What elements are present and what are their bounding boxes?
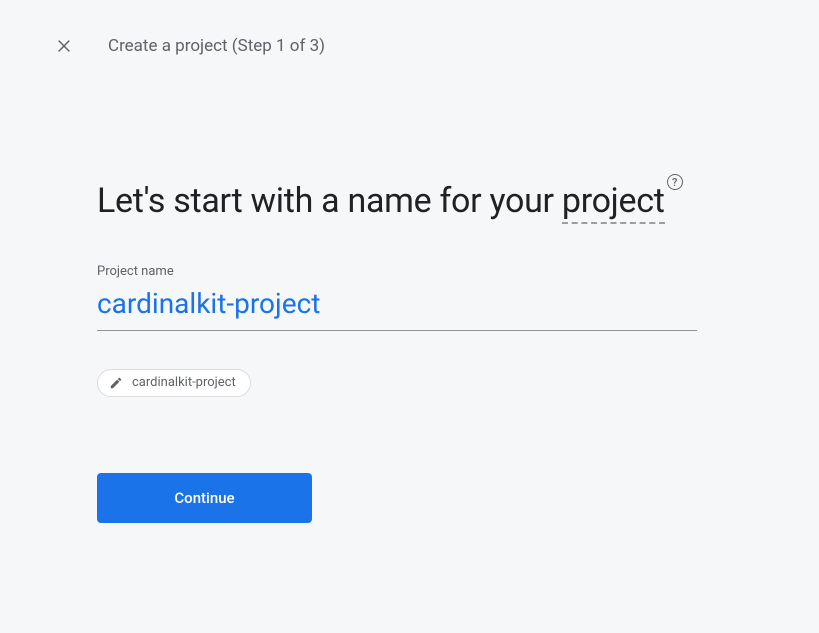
help-icon[interactable]: ? xyxy=(667,174,683,190)
dialog-content: Let's start with a name for your project… xyxy=(0,58,700,523)
dialog-title: Create a project (Step 1 of 3) xyxy=(108,36,325,56)
close-button[interactable] xyxy=(52,34,76,58)
project-name-field: Project name xyxy=(97,264,700,331)
project-name-input[interactable] xyxy=(97,281,697,331)
page-heading: Let's start with a name for your project… xyxy=(97,178,700,226)
project-name-label: Project name xyxy=(97,264,700,279)
continue-button[interactable]: Continue xyxy=(97,473,312,523)
project-id-chip[interactable]: cardinalkit-project xyxy=(97,369,251,397)
close-icon xyxy=(56,38,72,54)
project-id-text: cardinalkit-project xyxy=(132,375,236,390)
heading-project-term[interactable]: project xyxy=(562,181,665,224)
dialog-header: Create a project (Step 1 of 3) xyxy=(0,0,819,58)
heading-text: Let's start with a name for your xyxy=(97,181,562,221)
pencil-icon xyxy=(108,375,124,391)
